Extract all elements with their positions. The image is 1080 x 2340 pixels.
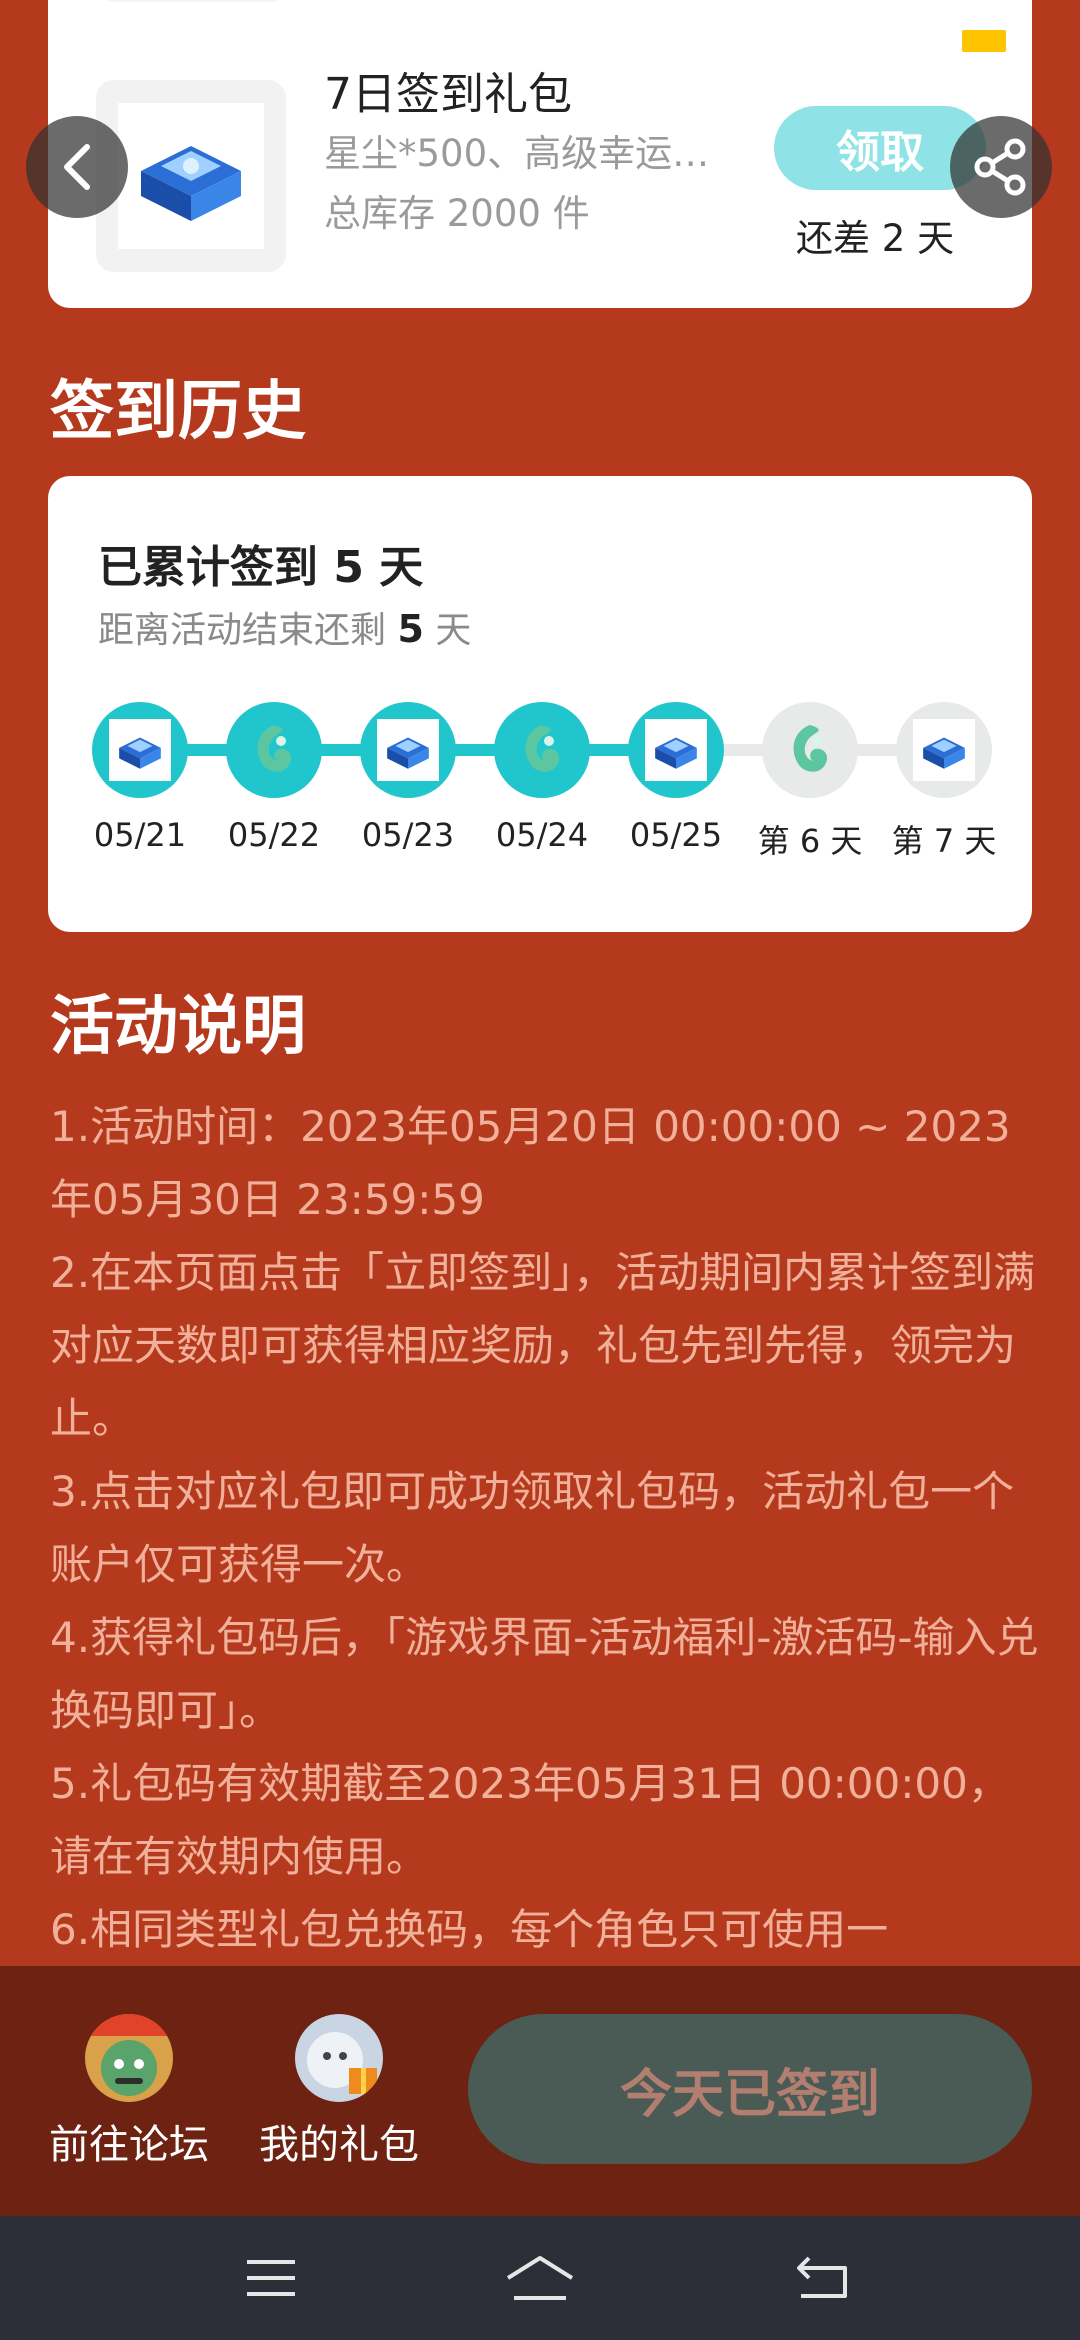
signin-day-label: 05/21 bbox=[93, 816, 187, 854]
blue-chest-icon bbox=[645, 719, 707, 781]
gift-avatar-icon bbox=[295, 2014, 383, 2102]
gift-card: 7日签到礼包 星尘*500、高级幸运… 总库存 2000 件 领取 还差 2 天 bbox=[48, 0, 1032, 308]
rules-section-title: 活动说明 bbox=[50, 990, 306, 1064]
signin-day-node bbox=[360, 702, 456, 798]
home-button[interactable] bbox=[495, 2242, 585, 2314]
rule-line: 3.点击对应礼包即可成功领取礼包码，活动礼包一个账户仅可获得一次。 bbox=[50, 1467, 1015, 1589]
signin-day-node bbox=[762, 702, 858, 798]
share-button[interactable] bbox=[950, 116, 1052, 218]
total-signin-count: 已累计签到 5 天 bbox=[98, 542, 424, 593]
days-remaining-label: 还差 2 天 bbox=[796, 217, 955, 260]
share-icon bbox=[974, 138, 1026, 196]
forum-link[interactable]: 前往论坛 bbox=[34, 2014, 224, 2170]
forum-avatar-icon bbox=[85, 2014, 173, 2102]
blue-chest-icon bbox=[141, 146, 241, 221]
system-navigation-bar bbox=[0, 2216, 1080, 2340]
signin-day-node bbox=[896, 702, 992, 798]
signin-day-label: 05/24 bbox=[495, 816, 589, 854]
gift-stock: 总库存 2000 件 bbox=[324, 192, 590, 235]
signin-day-node bbox=[92, 702, 188, 798]
menu-button[interactable] bbox=[226, 2242, 316, 2314]
history-card: 已累计签到 5 天 距离活动结束还剩 5 天 05/21 05/22 05/23 05… bbox=[48, 476, 1032, 932]
jade-pendant-icon bbox=[243, 719, 305, 781]
signin-day-label: 05/23 bbox=[361, 816, 455, 854]
blue-chest-icon bbox=[377, 719, 439, 781]
signed-today-button[interactable]: 今天已签到 bbox=[468, 2014, 1032, 2164]
previous-card-edge bbox=[98, 0, 288, 2]
back-button[interactable] bbox=[26, 116, 128, 218]
blue-chest-icon bbox=[109, 719, 171, 781]
signin-day-label: 第 7 天 bbox=[891, 822, 997, 860]
rule-line: 6.相同类型礼包兑换码，每个角色只可使用一 bbox=[50, 1905, 889, 1954]
rule-line: 1.活动时间：2023年05月20日 00:00:00 ~ 2023年05月30… bbox=[50, 1102, 1011, 1224]
my-gifts-label: 我的礼包 bbox=[259, 2122, 419, 2168]
signin-day-node bbox=[628, 702, 724, 798]
gift-title: 7日签到礼包 bbox=[324, 69, 572, 120]
tag-marker bbox=[962, 30, 1006, 52]
blue-chest-icon bbox=[913, 719, 975, 781]
signin-day-label: 05/22 bbox=[227, 816, 321, 854]
activity-remaining: 距离活动结束还剩 5 天 bbox=[98, 607, 472, 651]
rules-text: 1.活动时间：2023年05月20日 00:00:00 ~ 2023年05月30… bbox=[50, 1090, 1040, 1966]
back-nav-button[interactable] bbox=[778, 2242, 868, 2314]
gift-description: 星尘*500、高级幸运… bbox=[324, 132, 710, 175]
menu-icon bbox=[247, 2260, 295, 2296]
chevron-left-icon bbox=[64, 144, 90, 190]
signin-day-label: 05/25 bbox=[629, 816, 723, 854]
jade-pendant-icon bbox=[511, 719, 573, 781]
bottom-action-bar: 前往论坛 我的礼包 今天已签到 bbox=[0, 1966, 1080, 2216]
return-icon bbox=[797, 2256, 847, 2298]
history-section-title: 签到历史 bbox=[50, 375, 306, 449]
jade-pendant-icon bbox=[779, 719, 841, 781]
rule-line: 4.获得礼包码后，「游戏界面-活动福利-激活码-输入兑换码即可」。 bbox=[50, 1613, 1039, 1735]
forum-label: 前往论坛 bbox=[49, 2122, 209, 2168]
rule-line: 2.在本页面点击「立即签到」，活动期间内累计签到满对应天数即可获得相应奖励，礼包… bbox=[50, 1248, 1036, 1443]
home-icon bbox=[506, 2256, 574, 2300]
my-gifts-link[interactable]: 我的礼包 bbox=[244, 2014, 434, 2170]
signin-day-node bbox=[494, 702, 590, 798]
signin-day-label: 第 6 天 bbox=[757, 822, 863, 860]
rule-line: 5.礼包码有效期截至2023年05月31日 00:00:00，请在有效期内使用。 bbox=[50, 1759, 1010, 1881]
signin-day-node bbox=[226, 702, 322, 798]
